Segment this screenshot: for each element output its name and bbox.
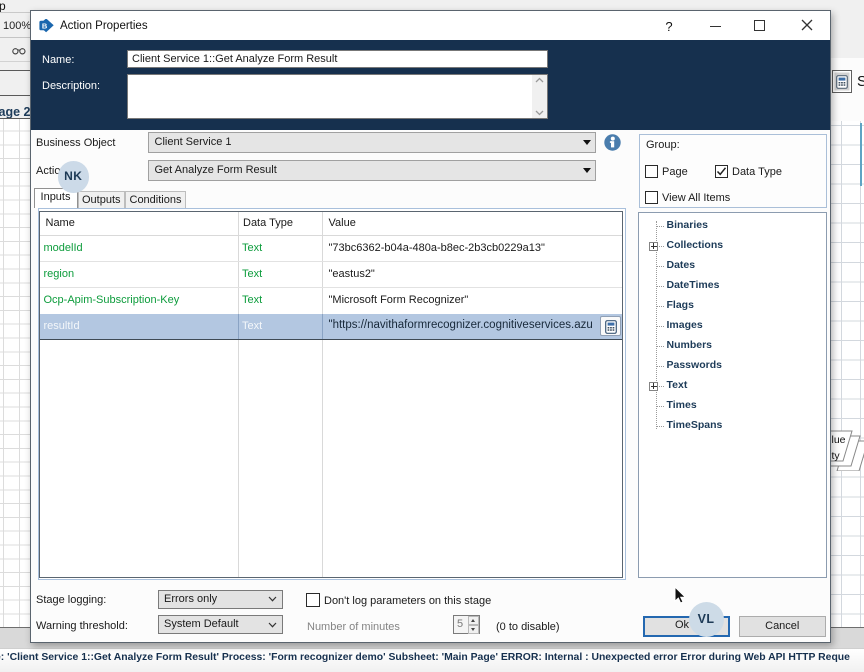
svg-text:ty: ty <box>832 450 841 462</box>
svg-text:lue: lue <box>832 434 846 446</box>
svg-text:B: B <box>42 21 48 30</box>
